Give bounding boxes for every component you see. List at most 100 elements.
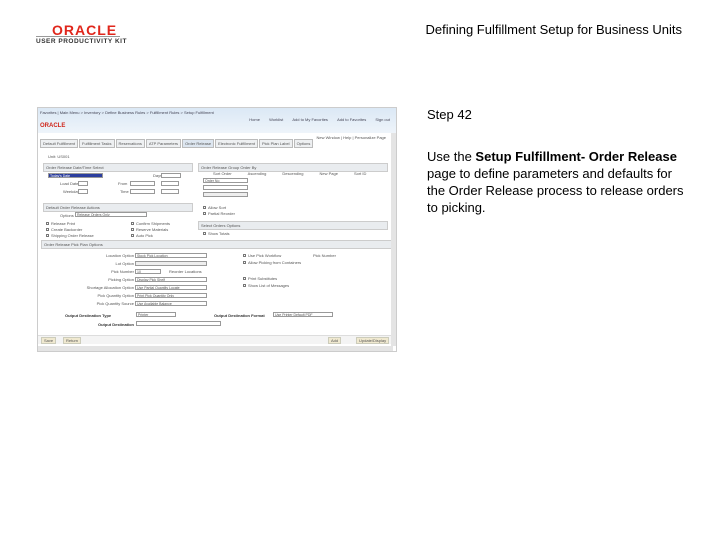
days-input[interactable] <box>161 173 181 178</box>
link-home[interactable]: Home <box>249 117 260 122</box>
col-descending: Descending <box>282 171 304 176</box>
auto-pick-label: Auto Pick <box>136 233 153 238</box>
instruction-pre: Use the <box>427 149 476 164</box>
instruction-text: Use the Setup Fulfillment- Order Release… <box>427 148 687 216</box>
show-messages-label: Show List of Messages <box>248 283 290 288</box>
to-time-input[interactable] <box>161 189 179 194</box>
time-input[interactable] <box>130 189 155 194</box>
col-ascending: Ascending <box>247 171 267 176</box>
pick-row-label: Lot Option <box>115 260 134 266</box>
pick-row: Pick Quantity Source Use Available Balanc… <box>43 299 213 307</box>
tab-bar: Default Fulfillment Fulfillment Tasks Re… <box>40 139 314 148</box>
output-destination-input[interactable] <box>136 321 221 326</box>
show-totals-label: Show Totals <box>208 231 230 236</box>
tab-fulfillment-tasks[interactable]: Fulfillment Tasks <box>79 139 115 148</box>
reserve-materials-label: Reserve Materials <box>136 227 169 232</box>
from-label: From <box>118 181 128 186</box>
tab-atp-parameters[interactable]: ATP Parameters <box>145 139 182 148</box>
step-label: Step 42 <box>427 107 472 122</box>
unit-label: Unit: US001 <box>48 154 70 159</box>
partial-reorder-checkbox[interactable]: Partial Reorder <box>203 211 235 216</box>
actions-section-header: Default Order Release Actions <box>43 203 193 212</box>
from-time-input[interactable] <box>161 181 179 186</box>
options-label: Options <box>60 213 74 218</box>
update-display-button[interactable]: Update/Display <box>356 337 390 344</box>
logo-divider <box>36 36 120 37</box>
pick-row: Shortage Allocation Option Use Partial Qu… <box>43 283 213 291</box>
output-type-select[interactable]: Printer <box>136 312 176 317</box>
pick-row: Pick Quantity Option Print Pick Quantity … <box>43 291 213 299</box>
date-select[interactable]: Today's Date <box>48 173 103 178</box>
app-header: Favorites | Main Menu > Inventory > Defi… <box>38 108 396 133</box>
weekday-input[interactable] <box>78 189 88 194</box>
tab-electronic-fulfillment[interactable]: Electronic Fulfillment <box>215 139 258 148</box>
shipping-release-checkbox[interactable]: Shipping Order Release <box>46 233 94 238</box>
create-backorder-checkbox[interactable]: Create Backorder <box>46 227 82 232</box>
date-section-header: Order Release Date/Time Select <box>43 163 193 172</box>
output-format-select[interactable]: Use Printer Default PDF <box>273 312 333 317</box>
use-pick-workflow-checkbox[interactable]: Use Pick Workflow <box>243 253 281 258</box>
pick-row-select[interactable]: Use Available Balance <box>135 300 207 306</box>
tab-default-fulfillment[interactable]: Default Fulfillment <box>40 139 79 148</box>
col-new-page: New Page <box>319 171 338 176</box>
load-dates-input[interactable] <box>78 181 88 186</box>
instruction-page-name: Setup Fulfillment- Order Release <box>475 149 677 164</box>
reorder-locations-label: Reorder Locations <box>169 268 202 274</box>
pick-row-select[interactable]: Use Partial Quantity Locate <box>135 284 207 290</box>
pick-section-header: Order Release Pick Plan Options <box>41 240 393 249</box>
pick-row: Location Option Stock Pick Location <box>43 251 213 259</box>
options-select[interactable]: Release Orders Only <box>75 212 147 217</box>
output-type-label: Output Destination Type <box>65 313 112 318</box>
pick-row-select[interactable]: Stock Pick Location <box>135 252 207 258</box>
header-links: Home Worklist Add to My Favorites Add to… <box>241 117 390 122</box>
pick-row-label: Picking Option <box>108 276 134 282</box>
partial-reorder-label: Partial Reorder <box>208 211 235 216</box>
application-screenshot: Favorites | Main Menu > Inventory > Defi… <box>37 107 397 352</box>
slide-title: Defining Fulfillment Setup for Business … <box>425 22 682 37</box>
add-button[interactable]: Add <box>328 337 342 344</box>
confirm-shipments-checkbox[interactable]: Confirm Shipments <box>131 221 170 226</box>
show-totals-checkbox[interactable]: Show Totals <box>203 231 230 236</box>
tab-order-release[interactable]: Order Release <box>182 139 215 148</box>
pick-row-select[interactable]: 10 <box>135 268 161 274</box>
pick-row-select[interactable] <box>135 260 207 266</box>
link-signout[interactable]: Sign out <box>375 117 390 122</box>
tab-reservations[interactable]: Reservations <box>115 139 145 148</box>
release-print-checkbox[interactable]: Release Print <box>46 221 75 226</box>
allow-sort-label: Allow Sort <box>208 205 227 210</box>
use-pick-workflow-label: Use Pick Workflow <box>248 253 282 258</box>
pick-row-select[interactable]: Display Pick Shelf <box>135 276 207 282</box>
create-backorder-label: Create Backorder <box>51 227 83 232</box>
sort-order-select-2[interactable] <box>203 185 248 190</box>
pick-number-label: Pick Number <box>313 253 336 258</box>
link-add-favorites[interactable]: Add to Favorites <box>337 117 366 122</box>
breadcrumb-nav[interactable]: Favorites | Main Menu > Inventory > Defi… <box>40 110 214 115</box>
link-favorites[interactable]: Add to My Favorites <box>292 117 328 122</box>
output-format-label: Output Destination Format <box>214 313 265 318</box>
output-destination-label: Output Destination <box>98 322 134 327</box>
col-sort-order: Sort Order <box>213 171 232 176</box>
allow-containers-label: Allow Picking from Containers <box>248 260 302 265</box>
allow-containers-checkbox[interactable]: Allow Picking from Containers <box>243 260 301 265</box>
show-messages-checkbox[interactable]: Show List of Messages <box>243 283 289 288</box>
horizontal-scrollbar[interactable] <box>38 346 393 351</box>
page-links[interactable]: New Window | Help | Personalize Page <box>317 135 386 140</box>
tab-pick-plan-label[interactable]: Pick Plan Label <box>258 139 293 148</box>
allow-sort-checkbox[interactable]: Allow Sort <box>203 205 226 210</box>
pick-row-select[interactable]: Print Pick Quantity Only <box>135 292 207 298</box>
tab-options[interactable]: Options <box>293 139 314 148</box>
from-input[interactable] <box>130 181 155 186</box>
reserve-materials-checkbox[interactable]: Reserve Materials <box>131 227 168 232</box>
print-substitutes-checkbox[interactable]: Print Substitutes <box>243 276 277 281</box>
link-worklist[interactable]: Worklist <box>269 117 283 122</box>
auto-pick-checkbox[interactable]: Auto Pick <box>131 233 153 238</box>
vertical-scrollbar[interactable] <box>391 133 396 346</box>
return-button[interactable]: Return <box>63 337 82 344</box>
print-substitutes-label: Print Substitutes <box>248 276 278 281</box>
sort-order-select-3[interactable] <box>203 192 248 197</box>
save-button[interactable]: Save <box>41 337 57 344</box>
instruction-post: page to define parameters and defaults f… <box>427 166 684 215</box>
sort-order-select-1[interactable]: Order No <box>203 178 248 183</box>
group-columns: Sort Order Ascending Descending New Page… <box>213 171 366 176</box>
pick-row-label: Location Option <box>105 252 134 258</box>
